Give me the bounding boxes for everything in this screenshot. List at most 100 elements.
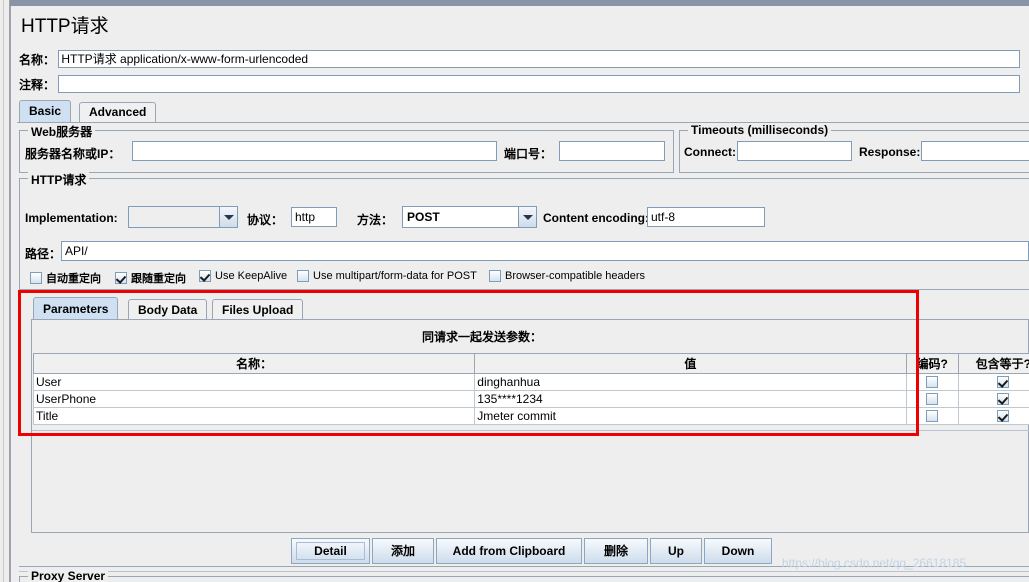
comment-label: 注释：	[19, 77, 56, 92]
parameters-tabstrip: Parameters Body Data Files Upload	[31, 297, 929, 320]
tabstrip-underline	[17, 122, 1029, 123]
implementation-value	[129, 207, 219, 227]
cell-param-name[interactable]: User	[32, 373, 476, 391]
add-from-clipboard-button[interactable]: Add from Clipboard	[436, 538, 582, 564]
comment-input[interactable]	[58, 75, 1021, 93]
split-grip	[3, 0, 4, 582]
table-row[interactable]: Title Jmeter commit	[32, 407, 1029, 425]
cell-param-include-equals[interactable]	[957, 390, 1029, 408]
checkbox-browser-compatible-headers[interactable]: Browser-compatible headers	[489, 270, 645, 282]
chevron-down-icon[interactable]	[518, 207, 536, 227]
content-encoding-input[interactable]: utf-8	[647, 207, 765, 227]
name-label: 名称：	[19, 52, 56, 67]
protocol-label: 协议：	[247, 213, 284, 227]
connect-input[interactable]	[737, 141, 852, 161]
checkbox-label: Use KeepAlive	[215, 270, 288, 282]
cell-param-include-equals[interactable]	[957, 373, 1029, 391]
cell-param-encode[interactable]	[905, 407, 959, 425]
delete-button[interactable]: 删除	[584, 538, 648, 564]
method-label: 方法：	[357, 213, 394, 227]
page-title: HTTP请求	[21, 16, 109, 37]
port-label: 端口号：	[504, 147, 553, 161]
cell-param-value[interactable]: dinghanhua	[474, 373, 907, 391]
web-server-legend: Web服务器	[28, 123, 96, 140]
path-label: 路径：	[25, 247, 62, 261]
table-header-row: 名称： 值 编码? 包含等于?	[32, 353, 1029, 374]
response-input[interactable]	[921, 141, 1029, 161]
main-tabstrip: Basic Advanced	[17, 100, 1029, 122]
checkbox-box-icon[interactable]	[489, 270, 501, 282]
table-row[interactable]: UserPhone 135****1234	[32, 390, 1029, 408]
implementation-combo[interactable]	[128, 206, 238, 228]
cell-param-include-equals[interactable]	[957, 407, 1029, 425]
col-header-value[interactable]: 值	[474, 353, 907, 374]
add-button[interactable]: 添加	[372, 538, 434, 564]
cell-param-value[interactable]: 135****1234	[474, 390, 907, 408]
implementation-label: Implementation:	[25, 211, 118, 225]
cell-param-name[interactable]: UserPhone	[32, 390, 476, 408]
cell-param-value[interactable]: Jmeter commit	[474, 407, 907, 425]
http-request-content-panel: HTTP请求 名称： HTTP请求 application/x-www-form…	[10, 6, 1029, 582]
cell-param-encode[interactable]	[905, 373, 959, 391]
col-header-encode[interactable]: 编码?	[905, 353, 959, 374]
connect-label: Connect:	[684, 145, 736, 159]
tab-advanced[interactable]: Advanced	[79, 102, 157, 122]
col-header-name[interactable]: 名称：	[32, 353, 476, 374]
cell-param-encode[interactable]	[905, 390, 959, 408]
checkbox-label: Use multipart/form-data for POST	[313, 270, 477, 282]
protocol-input[interactable]: http	[291, 207, 337, 227]
send-parameters-caption: 同请求一起发送参数：	[421, 330, 542, 344]
checkbox-auto-redirect[interactable]: 自动重定向	[30, 270, 101, 286]
up-button[interactable]: Up	[650, 538, 702, 564]
proxy-server-legend: Proxy Server	[28, 569, 109, 582]
server-name-label: 服务器名称或IP：	[25, 147, 121, 161]
tab-basic[interactable]: Basic	[19, 100, 72, 122]
checkbox-box-icon[interactable]	[926, 393, 939, 405]
chevron-down-icon[interactable]	[219, 207, 237, 227]
method-value: POST	[403, 207, 518, 227]
table-row[interactable]: User dinghanhua	[32, 373, 1029, 391]
server-name-input[interactable]	[132, 141, 497, 161]
focus-ring	[296, 542, 365, 560]
tab-parameters[interactable]: Parameters	[33, 297, 119, 320]
parameters-panel: 同请求一起发送参数： 名称： 值 编码? 包含等于? User dinghanh…	[31, 319, 1029, 533]
response-label: Response:	[859, 145, 921, 159]
checkbox-box-icon[interactable]	[997, 376, 1010, 388]
jmeter-http-request-panel: HTTP请求 名称： HTTP请求 application/x-www-form…	[0, 0, 1029, 582]
content-encoding-label: Content encoding:	[543, 211, 649, 225]
checkbox-use-keepalive[interactable]: Use KeepAlive	[199, 270, 287, 282]
panel-bottom-separator-2	[19, 571, 1029, 572]
checkbox-box-icon[interactable]	[199, 270, 211, 282]
checkbox-box-icon[interactable]	[926, 376, 939, 388]
path-input[interactable]: API/	[61, 241, 1029, 261]
cell-param-name[interactable]: Title	[32, 407, 476, 425]
checkbox-label: 跟随重定向	[131, 273, 186, 285]
checkbox-follow-redirect[interactable]: 跟随重定向	[115, 270, 186, 286]
parameters-table: 名称： 值 编码? 包含等于? User dinghanhua UserPhon	[32, 353, 1029, 425]
comment-row: 注释：	[19, 75, 1021, 93]
checkbox-box-icon[interactable]	[115, 272, 127, 284]
table-bottom-edge	[32, 430, 1029, 431]
http-request-legend: HTTP请求	[28, 171, 90, 188]
tab-files-upload[interactable]: Files Upload	[212, 299, 304, 320]
checkbox-box-icon[interactable]	[926, 410, 939, 422]
checkbox-label: 自动重定向	[46, 273, 101, 285]
name-row: 名称： HTTP请求 application/x-www-form-urlenc…	[19, 50, 1021, 68]
checkbox-label: Browser-compatible headers	[505, 270, 646, 282]
port-input[interactable]	[559, 141, 665, 161]
method-combo[interactable]: POST	[402, 206, 537, 228]
checkbox-use-multipart[interactable]: Use multipart/form-data for POST	[297, 270, 477, 282]
checkbox-box-icon[interactable]	[997, 393, 1010, 405]
tree-split-divider[interactable]	[0, 0, 10, 582]
checkbox-box-icon[interactable]	[30, 272, 42, 284]
down-button[interactable]: Down	[704, 538, 772, 564]
tab-body-data[interactable]: Body Data	[128, 299, 208, 320]
timeouts-legend: Timeouts (milliseconds)	[688, 123, 832, 137]
proxy-server-group: Proxy Server	[19, 569, 1029, 582]
checkbox-box-icon[interactable]	[997, 410, 1010, 422]
name-input[interactable]: HTTP请求 application/x-www-form-urlencoded	[58, 50, 1021, 68]
col-header-include-equals[interactable]: 包含等于?	[957, 353, 1029, 374]
checkbox-box-icon[interactable]	[297, 270, 309, 282]
watermark-text: https://blog.csdn.net/qq_26618185	[782, 556, 967, 570]
detail-button[interactable]: Detail	[291, 538, 370, 564]
